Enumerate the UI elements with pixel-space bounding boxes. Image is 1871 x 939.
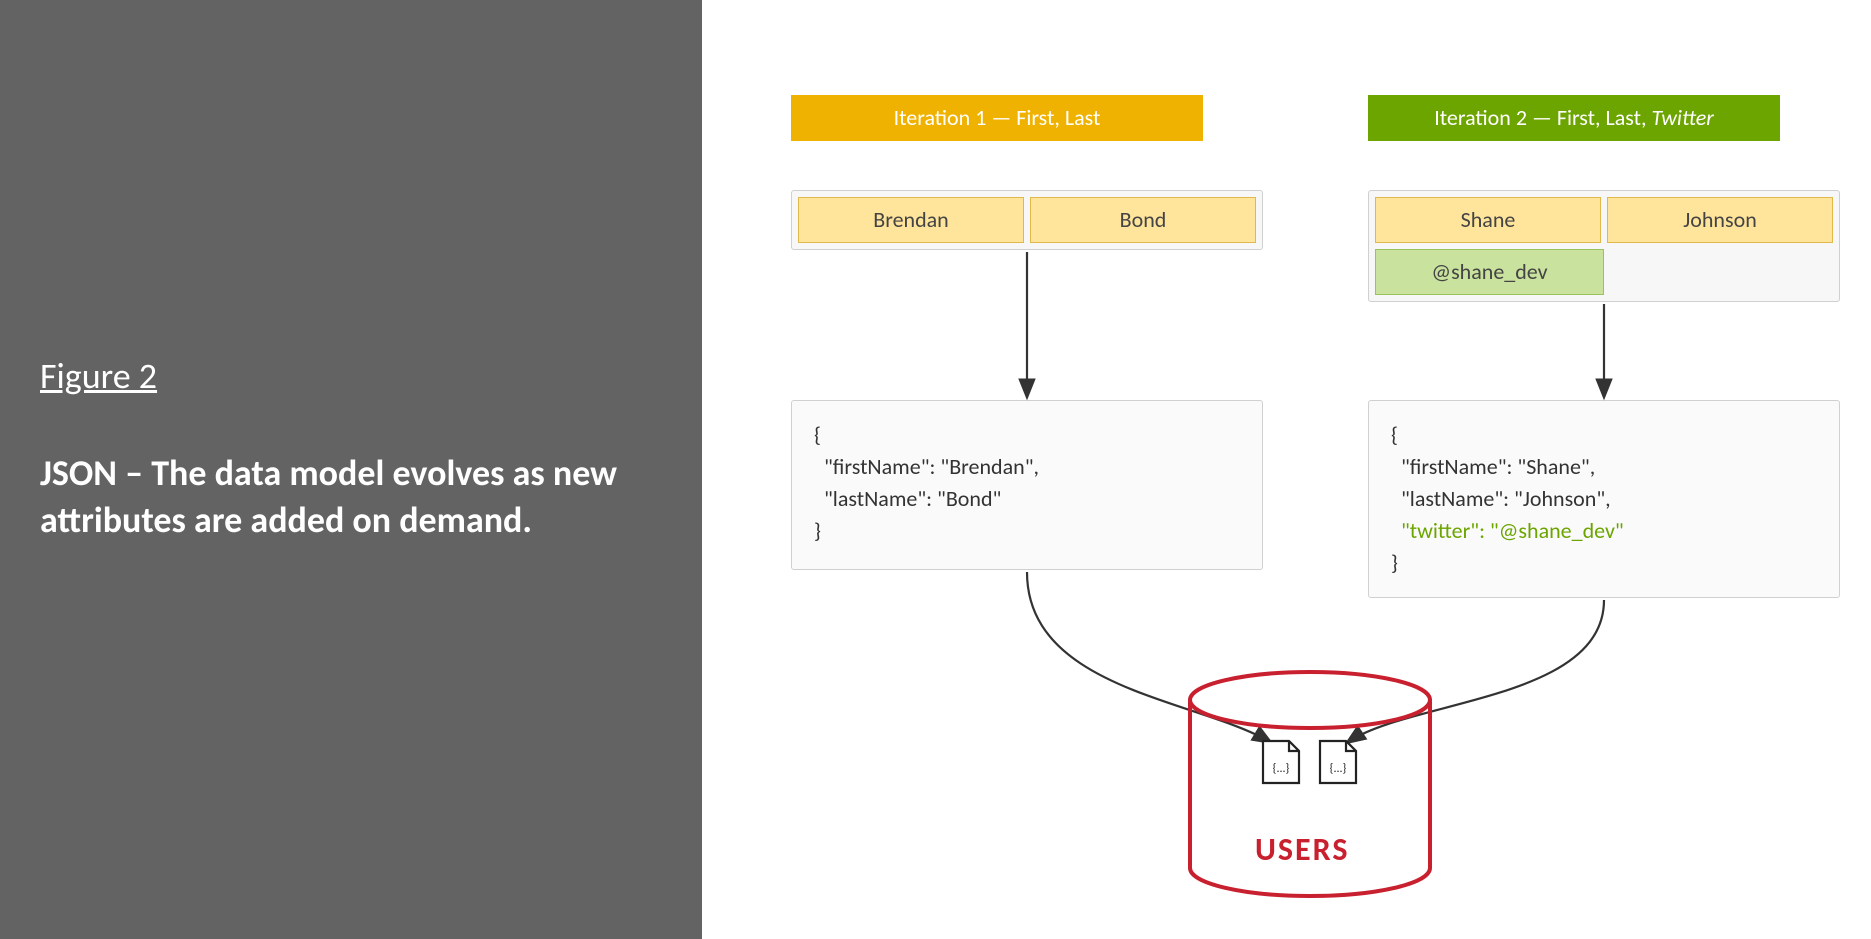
json-doc-icon: {...}	[1263, 741, 1299, 783]
iter1-json-output: { "firstName": "Brendan", "lastName": "B…	[791, 400, 1263, 570]
iter2-first-name-chip: Shane	[1375, 197, 1601, 243]
figure-slide: Figure 2 JSON – The data model evolves a…	[0, 0, 1871, 939]
json-line: "firstName": "Shane",	[1391, 453, 1595, 480]
badge-italic: Twitter	[1651, 104, 1713, 131]
json-line: "lastName": "Johnson",	[1391, 485, 1611, 512]
json-line: "firstName": "Brendan",	[814, 453, 1039, 480]
iter1-input-row: Brendan Bond	[791, 190, 1263, 250]
json-line: {	[814, 421, 821, 448]
json-line: {	[1391, 421, 1398, 448]
figure-number: Figure 2	[40, 354, 157, 398]
iter2-last-name-chip: Johnson	[1607, 197, 1833, 243]
doc-glyph: {...}	[1330, 762, 1347, 776]
figure-description: JSON – The data model evolves as new att…	[40, 450, 662, 544]
iter2-json-output: { "firstName": "Shane", "lastName": "Joh…	[1368, 400, 1840, 598]
database-icon: {...} {...}	[1175, 668, 1445, 918]
iter2-twitter-chip: @shane_dev	[1375, 249, 1604, 295]
badge-text: Iteration 1 — First, Last	[894, 104, 1101, 131]
json-doc-icon: {...}	[1320, 741, 1356, 783]
database-label: USERS	[1255, 830, 1349, 869]
json-line-highlight: "twitter": "@shane_dev"	[1391, 517, 1624, 544]
iter1-first-name-chip: Brendan	[798, 197, 1024, 243]
iteration-1-badge: Iteration 1 — First, Last	[791, 95, 1203, 141]
badge-text: Iteration 2 — First, Last,	[1434, 104, 1651, 131]
json-line: "lastName": "Bond"	[814, 485, 1001, 512]
iter1-last-name-chip: Bond	[1030, 197, 1256, 243]
iter2-input-rows: Shane Johnson @shane_dev	[1368, 190, 1840, 302]
doc-glyph: {...}	[1273, 762, 1290, 776]
iteration-2-badge: Iteration 2 — First, Last, Twitter	[1368, 95, 1780, 141]
caption-panel: Figure 2 JSON – The data model evolves a…	[0, 0, 702, 939]
json-line: }	[1391, 549, 1398, 576]
json-line: }	[814, 517, 821, 544]
